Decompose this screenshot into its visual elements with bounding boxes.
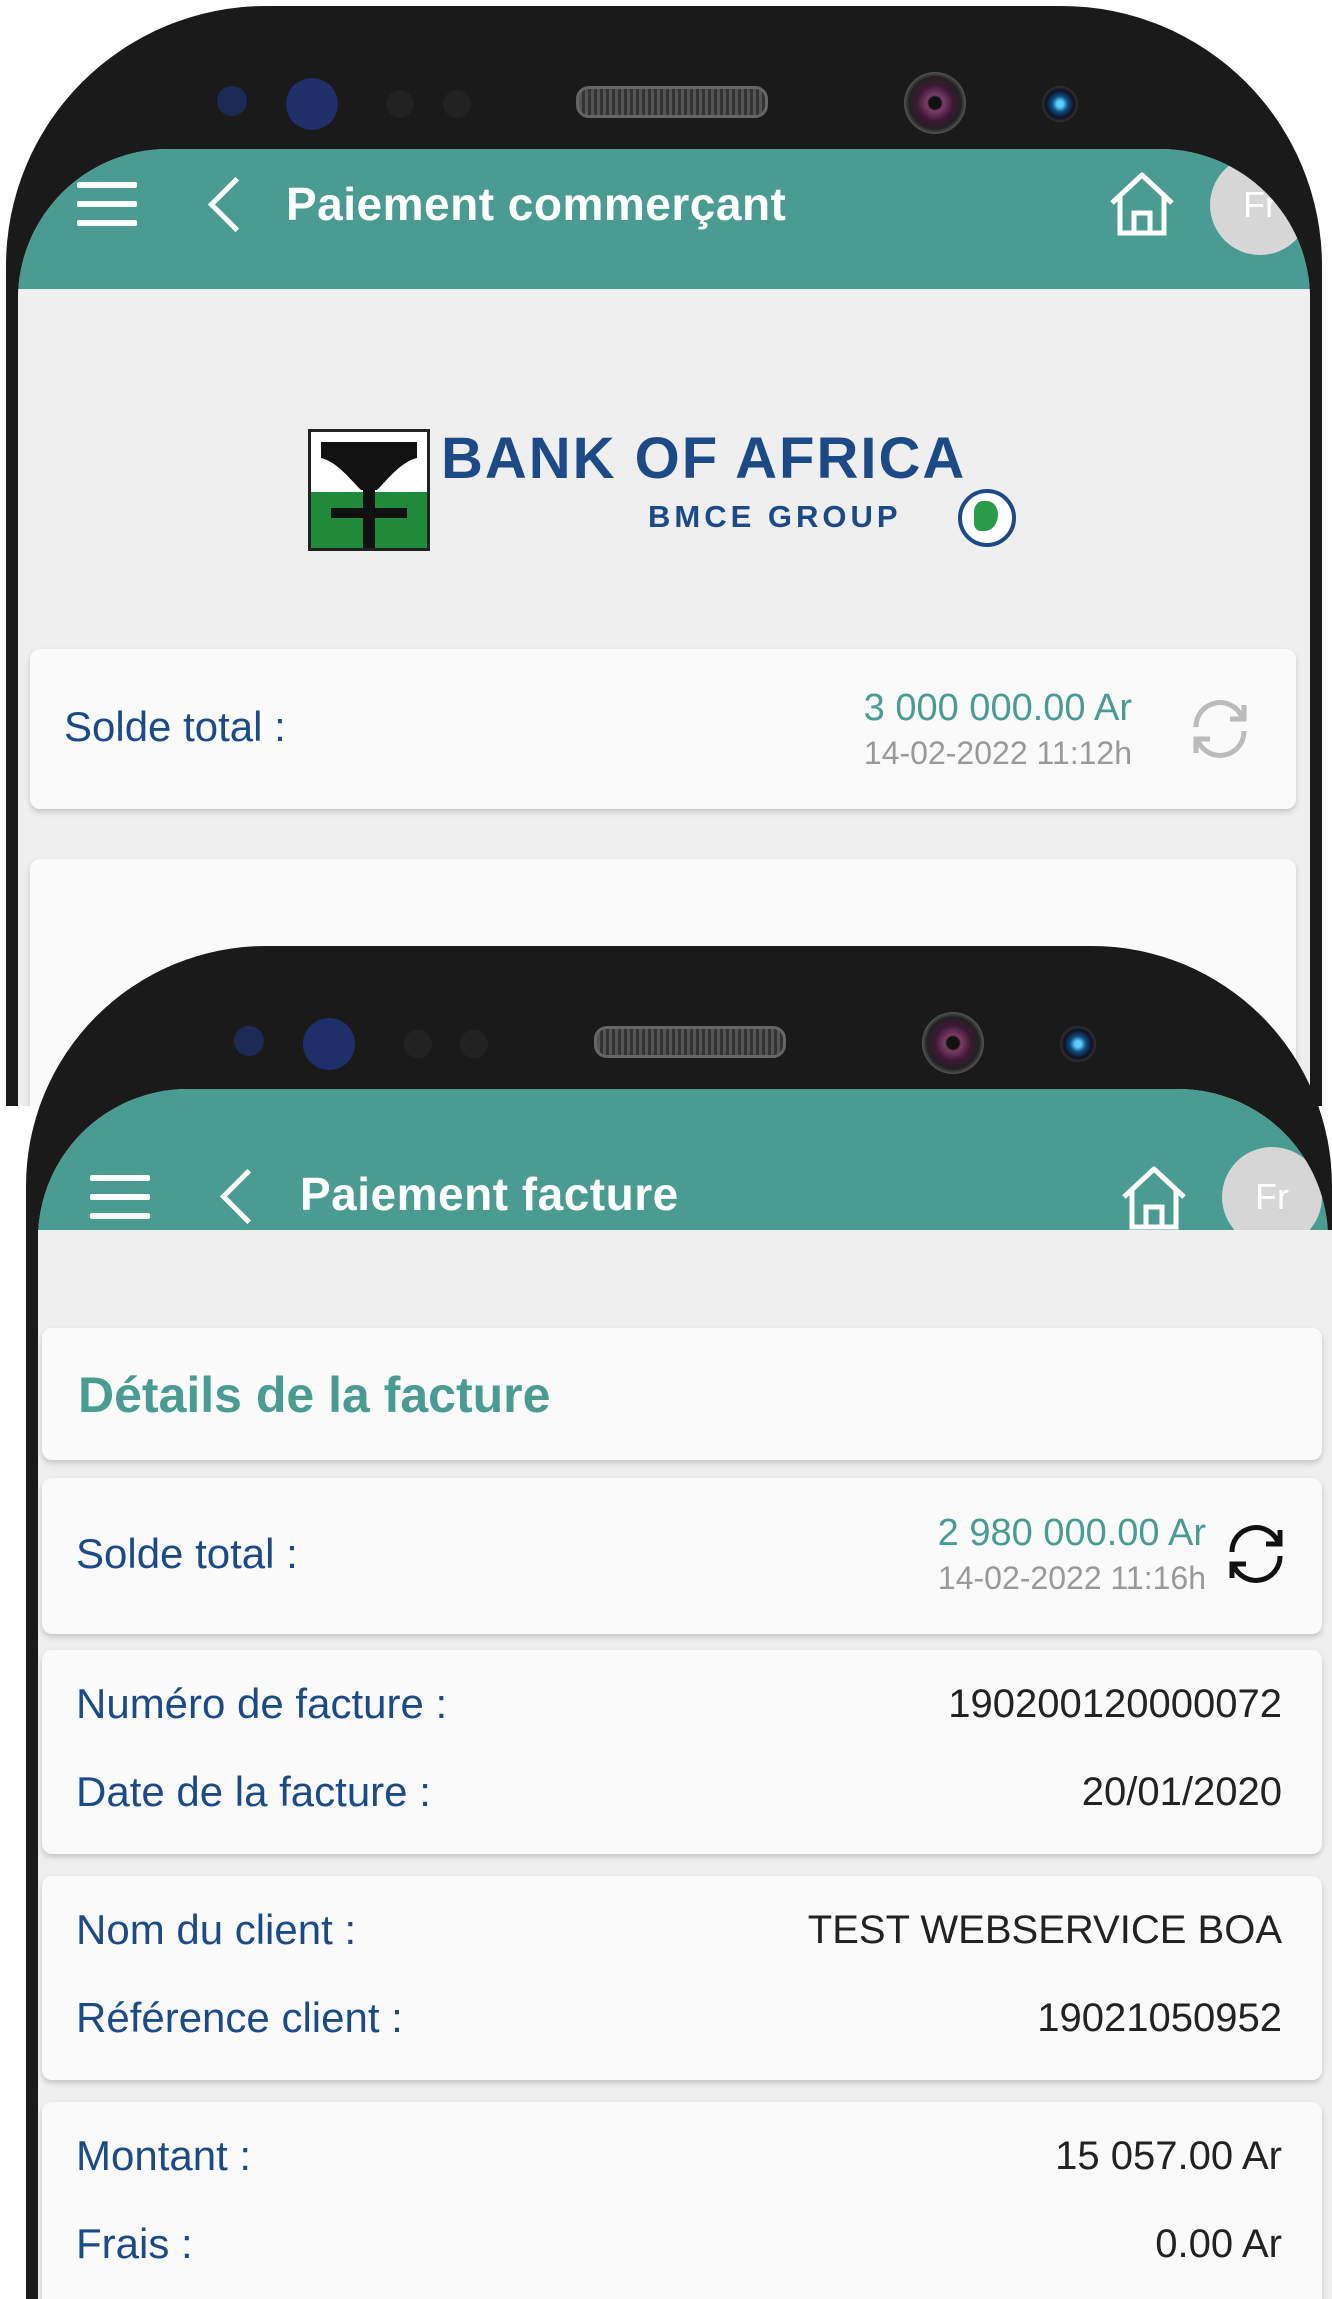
invoice-date-value: 20/01/2020 <box>1081 1770 1282 1814</box>
sensor-lens-icon <box>1042 86 1078 122</box>
invoice-number-value: 190200120000072 <box>948 1682 1282 1726</box>
payment-card: Montant : 15 057.00 Ar Frais : 0.00 Ar <box>42 2102 1322 2299</box>
invoice-number-label: Numéro de facture : <box>76 1680 448 1727</box>
client-name-value: TEST WEBSERVICE BOA <box>807 1908 1282 1952</box>
refresh-icon[interactable] <box>1220 1518 1292 1590</box>
client-card: Nom du client : TEST WEBSERVICE BOA Réfé… <box>42 1876 1322 2080</box>
sensor-dot <box>386 90 414 118</box>
fees-value: 0.00 Ar <box>1155 2222 1282 2266</box>
invoice-card: Numéro de facture : 190200120000072 Date… <box>42 1650 1322 1854</box>
balance-amount: 3 000 000.00 Ar <box>863 687 1132 729</box>
home-icon[interactable] <box>1106 167 1178 239</box>
balance-card: Solde total : 2 980 000.00 Ar 14-02-2022… <box>42 1478 1322 1634</box>
fees-label: Frais : <box>76 2220 193 2267</box>
menu-icon[interactable] <box>90 1175 150 1219</box>
sensor-dot <box>460 1030 488 1058</box>
front-camera-icon <box>904 72 966 134</box>
client-ref-value: 19021050952 <box>1037 1996 1282 2040</box>
balance-amount: 2 980 000.00 Ar <box>937 1512 1206 1554</box>
balance-date: 14-02-2022 11:12h <box>863 735 1132 771</box>
front-camera-icon <box>922 1012 984 1074</box>
speaker-grille <box>594 1026 786 1058</box>
invoice-date-label: Date de la facture : <box>76 1768 431 1815</box>
client-name-label: Nom du client : <box>76 1906 357 1953</box>
phone-frame-back: Paiement commerçant Fr BANK OF AFRICA BM… <box>6 6 1322 1106</box>
balance-label: Solde total : <box>76 1530 298 1577</box>
bank-group: BMCE GROUP <box>648 499 902 534</box>
page-title: Paiement commerçant <box>286 178 787 230</box>
sensor-dot <box>443 90 471 118</box>
amount-label: Montant : <box>76 2132 252 2179</box>
menu-icon[interactable] <box>77 182 137 226</box>
app-header: Paiement commerçant Fr <box>18 149 1310 289</box>
sensor-dot <box>286 78 338 130</box>
back-icon[interactable] <box>207 176 264 233</box>
page-title: Paiement facture <box>300 1168 679 1220</box>
language-button[interactable]: Fr <box>1210 155 1310 255</box>
front-screen-body: Détails de la facture Solde total : 2 98… <box>38 1230 1332 2299</box>
app-header: Paiement facture Fr <box>38 1089 1328 1247</box>
sensor-dot <box>217 86 247 116</box>
sensor-dot <box>234 1026 264 1056</box>
globe-icon <box>958 489 1016 547</box>
back-icon[interactable] <box>219 1168 276 1225</box>
bank-logo-icon <box>308 429 430 551</box>
speaker-grille <box>576 86 768 118</box>
bank-name: BANK OF AFRICA <box>441 426 967 491</box>
amount-value: 15 057.00 Ar <box>1055 2134 1282 2178</box>
sensor-dot <box>303 1018 355 1070</box>
home-icon[interactable] <box>1118 1161 1190 1233</box>
balance-date: 14-02-2022 11:16h <box>937 1560 1206 1596</box>
section-title: Détails de la facture <box>78 1367 551 1423</box>
sensor-dot <box>404 1030 432 1058</box>
bank-logo-area: BANK OF AFRICA BMCE GROUP <box>18 289 1310 619</box>
client-ref-label: Référence client : <box>76 1994 403 2041</box>
balance-card: Solde total : 3 000 000.00 Ar 14-02-2022… <box>30 649 1296 809</box>
sensor-lens-icon <box>1060 1026 1096 1062</box>
section-title-card: Détails de la facture <box>42 1328 1322 1460</box>
balance-label: Solde total : <box>64 703 286 750</box>
refresh-icon[interactable] <box>1184 693 1256 765</box>
